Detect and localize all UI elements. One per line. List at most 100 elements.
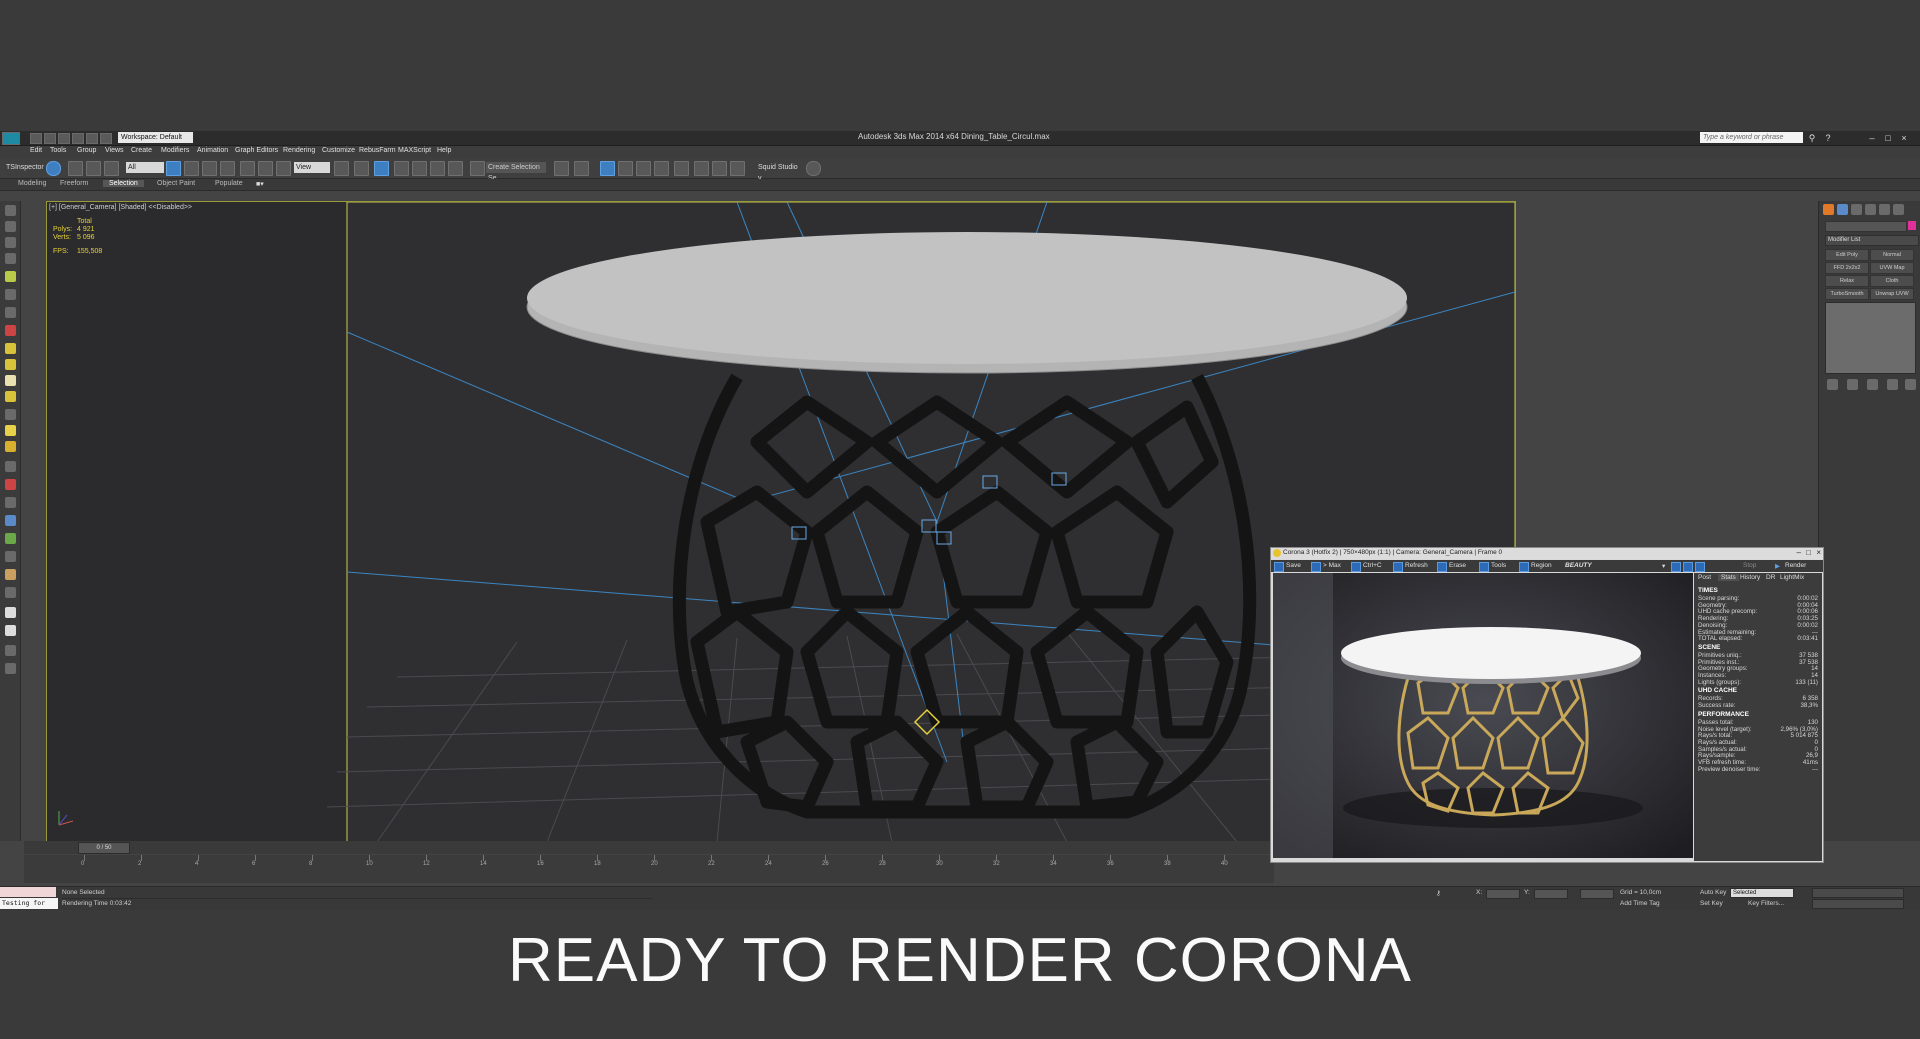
vfb-close-icon[interactable]: × bbox=[1816, 548, 1821, 557]
corona-vfb-window[interactable]: Corona 3 (Hotfix 2) | 750×480px (1:1) | … bbox=[1270, 547, 1824, 863]
tool-icon-25[interactable] bbox=[5, 625, 16, 636]
tool-icon-27[interactable] bbox=[5, 663, 16, 674]
tool-icon-6[interactable] bbox=[5, 289, 16, 300]
help-icon[interactable]: ? bbox=[1822, 133, 1834, 143]
tool-icon-26[interactable] bbox=[5, 645, 16, 656]
select-object-icon[interactable] bbox=[166, 161, 181, 176]
create-tab-icon[interactable] bbox=[1823, 204, 1834, 215]
vfb-tools-icon[interactable] bbox=[1479, 562, 1489, 572]
time-slider-thumb[interactable]: 0 / 50 bbox=[78, 842, 130, 854]
vfb-render-element-select[interactable]: BEAUTY bbox=[1565, 562, 1592, 569]
add-time-tag[interactable]: Add Time Tag bbox=[1620, 900, 1660, 907]
reference-coordinate-select[interactable]: View bbox=[294, 162, 330, 173]
search-input[interactable]: Type a keyword or phrase bbox=[1700, 132, 1803, 143]
search-icon[interactable]: ⚲ bbox=[1806, 133, 1818, 143]
unlink-icon[interactable] bbox=[86, 161, 101, 176]
window-crossing-icon[interactable] bbox=[220, 161, 235, 176]
vfb-region-icon[interactable] bbox=[1519, 562, 1529, 572]
tool-icon-4[interactable] bbox=[5, 253, 16, 264]
link-icon[interactable] bbox=[68, 161, 83, 176]
viewport-navigation-controls[interactable] bbox=[1812, 899, 1904, 909]
vfb-minimize-icon[interactable]: – bbox=[1797, 548, 1801, 557]
tool-icon-21[interactable] bbox=[5, 551, 16, 562]
vfb-tab-dr[interactable]: DR bbox=[1766, 574, 1775, 581]
vfb-erase-icon[interactable] bbox=[1437, 562, 1447, 572]
motion-tab-icon[interactable] bbox=[1865, 204, 1876, 215]
manipulate-icon[interactable] bbox=[354, 161, 369, 176]
time-slider[interactable]: 0 / 50 bbox=[24, 841, 1274, 854]
vfb-refresh-button[interactable]: Refresh bbox=[1405, 562, 1428, 569]
show-end-result-icon[interactable] bbox=[1847, 379, 1858, 390]
menu-edit[interactable]: Edit bbox=[30, 147, 42, 154]
tool-icon-5[interactable] bbox=[5, 271, 16, 282]
object-name-field[interactable] bbox=[1825, 221, 1907, 232]
make-unique-icon[interactable] bbox=[1867, 379, 1878, 390]
vfb-save-icon[interactable] bbox=[1274, 562, 1284, 572]
vfb-stop-button[interactable]: Stop bbox=[1743, 562, 1756, 569]
scale-icon[interactable] bbox=[276, 161, 291, 176]
vfb-element-dropdown-icon[interactable]: ▾ bbox=[1662, 562, 1665, 570]
undo-icon[interactable] bbox=[72, 133, 84, 144]
squid-studio-button[interactable]: Squid Studio v bbox=[756, 162, 802, 182]
rotate-icon[interactable] bbox=[258, 161, 273, 176]
vfb-max-icon[interactable] bbox=[1311, 562, 1321, 572]
track-bar[interactable]: 0 2 4 6 8 10 12 14 16 18 20 22 24 26 28 30 32 34 36 38 40 bbox=[24, 855, 1274, 883]
render-production-icon[interactable] bbox=[730, 161, 745, 176]
menu-maxscript[interactable]: MAXScript bbox=[398, 147, 431, 154]
select-by-name-icon[interactable] bbox=[184, 161, 199, 176]
minimize-icon[interactable]: – bbox=[1866, 133, 1878, 143]
tool-icon-3[interactable] bbox=[5, 237, 16, 248]
tool-icon-15[interactable] bbox=[5, 441, 16, 452]
remove-modifier-icon[interactable] bbox=[1887, 379, 1898, 390]
tool-icon-22[interactable] bbox=[5, 569, 16, 580]
named-selection-select[interactable]: Create Selection Se bbox=[486, 162, 546, 182]
snaps-toggle-icon[interactable] bbox=[394, 161, 409, 176]
spinner-snap-icon[interactable] bbox=[448, 161, 463, 176]
menu-rendering[interactable]: Rendering bbox=[283, 147, 315, 154]
vfb-region-button[interactable]: Region bbox=[1531, 562, 1552, 569]
menu-create[interactable]: Create bbox=[131, 147, 152, 154]
set-key-button[interactable]: Set Key bbox=[1700, 900, 1723, 907]
vfb-tab-post[interactable]: Post bbox=[1698, 574, 1711, 581]
vfb-render-icon[interactable]: ▶ bbox=[1775, 562, 1780, 570]
ribbon-tab-selection[interactable]: Selection bbox=[103, 180, 144, 187]
angle-snap-icon[interactable] bbox=[412, 161, 427, 176]
align-icon[interactable] bbox=[574, 161, 589, 176]
ribbon-tab-object-paint[interactable]: Object Paint bbox=[157, 180, 195, 187]
vfb-copy-icon[interactable] bbox=[1351, 562, 1361, 572]
redo-icon[interactable] bbox=[86, 133, 98, 144]
tool-icon-20[interactable] bbox=[5, 533, 16, 544]
vfb-ctrlc-button[interactable]: Ctrl+C bbox=[1363, 562, 1382, 569]
tool-icon-17[interactable] bbox=[5, 479, 16, 490]
tool-icon-10[interactable] bbox=[5, 359, 16, 370]
vfb-render-preview[interactable] bbox=[1273, 573, 1693, 858]
app-logo-icon[interactable] bbox=[2, 132, 20, 145]
tool-icon-8[interactable] bbox=[5, 325, 16, 336]
tool-icon-1[interactable] bbox=[5, 205, 16, 216]
menu-graph-editors[interactable]: Graph Editors bbox=[235, 147, 278, 154]
new-icon[interactable] bbox=[30, 133, 42, 144]
ts-icon[interactable] bbox=[46, 161, 61, 176]
vfb-max-button[interactable]: > Max bbox=[1323, 562, 1341, 569]
ribbon-toggle-icon[interactable] bbox=[618, 161, 633, 176]
object-color-swatch[interactable] bbox=[1908, 221, 1916, 230]
edit-named-selection-icon[interactable] bbox=[470, 161, 485, 176]
tool-icon-13[interactable] bbox=[5, 409, 16, 420]
vfb-refresh-icon[interactable] bbox=[1393, 562, 1403, 572]
pivot-icon[interactable] bbox=[334, 161, 349, 176]
menu-group[interactable]: Group bbox=[77, 147, 96, 154]
tool-icon-7[interactable] bbox=[5, 307, 16, 318]
tool-icon-18[interactable] bbox=[5, 497, 16, 508]
layer-manager-icon[interactable] bbox=[600, 161, 615, 176]
tool-icon-2[interactable] bbox=[5, 221, 16, 232]
close-icon[interactable]: × bbox=[1898, 133, 1910, 143]
menu-help[interactable]: Help bbox=[437, 147, 451, 154]
menu-modifiers[interactable]: Modifiers bbox=[161, 147, 189, 154]
key-mode-select[interactable]: Selected bbox=[1730, 888, 1794, 898]
ribbon-tab-modeling[interactable]: Modeling bbox=[18, 180, 46, 187]
open-icon[interactable] bbox=[44, 133, 56, 144]
save-icon[interactable] bbox=[58, 133, 70, 144]
plugin-icon[interactable] bbox=[806, 161, 821, 176]
tool-icon-14[interactable] bbox=[5, 425, 16, 436]
material-editor-icon[interactable] bbox=[674, 161, 689, 176]
